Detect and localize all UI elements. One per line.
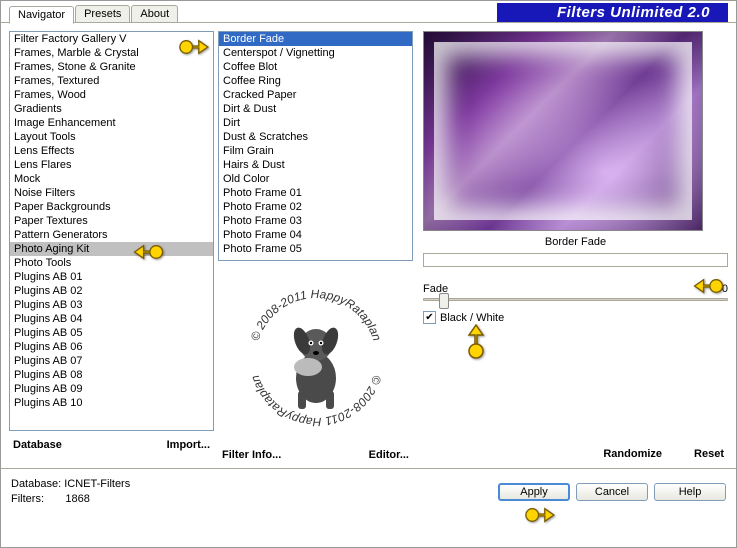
filter-item[interactable]: Dirt & Dust bbox=[219, 102, 412, 116]
fade-slider[interactable] bbox=[423, 298, 728, 301]
category-item[interactable]: Lens Flares bbox=[10, 158, 213, 172]
filter-item[interactable]: Dust & Scratches bbox=[219, 130, 412, 144]
category-item[interactable]: Mock bbox=[10, 172, 213, 186]
category-item[interactable]: Plugins AB 09 bbox=[10, 382, 213, 396]
preview-column: Border Fade Fade 50 ✔ Black / White Rand… bbox=[423, 31, 728, 468]
category-item[interactable]: Noise Filters bbox=[10, 186, 213, 200]
tab-navigator[interactable]: Navigator bbox=[9, 6, 74, 24]
filter-item[interactable]: Photo Frame 02 bbox=[219, 200, 412, 214]
randomize-action[interactable]: Randomize bbox=[599, 446, 666, 462]
category-item[interactable]: Lens Effects bbox=[10, 144, 213, 158]
app-title: Filters Unlimited 2.0 bbox=[497, 3, 728, 22]
filter-item[interactable]: Photo Frame 04 bbox=[219, 228, 412, 242]
fade-value: 50 bbox=[716, 283, 728, 295]
logo-artwork: © 2008-2011 HappyRataplan © 2008-2011 Ha… bbox=[218, 263, 413, 453]
preview-image bbox=[423, 31, 703, 231]
filter-item[interactable]: Centerspot / Vignetting bbox=[219, 46, 412, 60]
tab-presets[interactable]: Presets bbox=[75, 5, 130, 22]
category-item[interactable]: Paper Backgrounds bbox=[10, 200, 213, 214]
right-action-row: Randomize Reset bbox=[423, 440, 728, 468]
reset-action[interactable]: Reset bbox=[690, 446, 728, 462]
category-item[interactable]: Frames, Wood bbox=[10, 88, 213, 102]
filter-info-action[interactable]: Filter Info... bbox=[218, 447, 285, 463]
category-item[interactable]: Paper Textures bbox=[10, 214, 213, 228]
svg-text:© 2008-2011 HappyRataplan: © 2008-2011 HappyRataplan bbox=[247, 373, 384, 429]
category-item[interactable]: Layout Tools bbox=[10, 130, 213, 144]
footer-buttons: Apply Cancel Help bbox=[498, 483, 726, 501]
mid-action-row: Filter Info... Editor... bbox=[218, 441, 413, 469]
cancel-button[interactable]: Cancel bbox=[576, 483, 648, 501]
db-info: Database: ICNET-Filters Filters: 1868 bbox=[11, 477, 130, 508]
filter-item[interactable]: Photo Frame 03 bbox=[219, 214, 412, 228]
category-item[interactable]: Plugins AB 02 bbox=[10, 284, 213, 298]
editor-action[interactable]: Editor... bbox=[365, 447, 413, 463]
category-item[interactable]: Plugins AB 06 bbox=[10, 340, 213, 354]
filter-item[interactable]: Cracked Paper bbox=[219, 88, 412, 102]
database-action[interactable]: Database bbox=[9, 437, 66, 453]
category-item[interactable]: Plugins AB 10 bbox=[10, 396, 213, 410]
filter-item[interactable]: Film Grain bbox=[219, 144, 412, 158]
header-bar: Navigator Presets About Filters Unlimite… bbox=[1, 1, 736, 23]
bw-label: Black / White bbox=[440, 312, 504, 324]
category-item[interactable]: Frames, Marble & Crystal bbox=[10, 46, 213, 60]
svg-text:© 2008-2011 HappyRataplan: © 2008-2011 HappyRataplan bbox=[247, 287, 384, 343]
category-item[interactable]: Photo Tools bbox=[10, 256, 213, 270]
filters-count-label: Filters: bbox=[11, 493, 44, 505]
category-item[interactable]: Frames, Stone & Granite bbox=[10, 60, 213, 74]
filter-column: Border FadeCenterspot / VignettingCoffee… bbox=[218, 31, 413, 468]
apply-button[interactable]: Apply bbox=[498, 483, 570, 501]
category-column: Filter Factory Gallery VFrames, Marble &… bbox=[9, 31, 214, 468]
category-item[interactable]: Filter Factory Gallery V bbox=[10, 32, 213, 46]
db-value: ICNET-Filters bbox=[64, 478, 130, 490]
filter-item[interactable]: Coffee Blot bbox=[219, 60, 412, 74]
filter-item[interactable]: Photo Frame 05 bbox=[219, 242, 412, 256]
footer: Database: ICNET-Filters Filters: 1868 Ap… bbox=[1, 468, 736, 516]
fade-slider-thumb[interactable] bbox=[439, 293, 449, 309]
preview-label: Border Fade bbox=[423, 231, 728, 253]
filters-count-value: 1868 bbox=[65, 493, 89, 505]
db-label: Database: bbox=[11, 478, 61, 490]
category-item[interactable]: Photo Aging Kit bbox=[10, 242, 213, 256]
logo-ring-top: © 2008-2011 HappyRataplan bbox=[247, 287, 384, 343]
fade-slider-row: Fade 50 bbox=[423, 283, 728, 309]
filter-item[interactable]: Photo Frame 01 bbox=[219, 186, 412, 200]
help-button[interactable]: Help bbox=[654, 483, 726, 501]
filter-item[interactable]: Coffee Ring bbox=[219, 74, 412, 88]
import-action[interactable]: Import... bbox=[163, 437, 214, 453]
logo-ring-bottom: © 2008-2011 HappyRataplan bbox=[247, 373, 384, 429]
filter-item[interactable]: Hairs & Dust bbox=[219, 158, 412, 172]
category-item[interactable]: Image Enhancement bbox=[10, 116, 213, 130]
tab-about[interactable]: About bbox=[131, 5, 178, 22]
category-item[interactable]: Plugins AB 08 bbox=[10, 368, 213, 382]
filter-item[interactable]: Old Color bbox=[219, 172, 412, 186]
tab-strip: Navigator Presets About bbox=[9, 5, 179, 22]
bw-row: ✔ Black / White bbox=[423, 311, 728, 324]
filter-list[interactable]: Border FadeCenterspot / VignettingCoffee… bbox=[218, 31, 413, 261]
category-item[interactable]: Plugins AB 03 bbox=[10, 298, 213, 312]
progress-bar bbox=[423, 253, 728, 267]
category-item[interactable]: Plugins AB 07 bbox=[10, 354, 213, 368]
category-item[interactable]: Plugins AB 01 bbox=[10, 270, 213, 284]
category-item[interactable]: Plugins AB 05 bbox=[10, 326, 213, 340]
category-item[interactable]: Gradients bbox=[10, 102, 213, 116]
category-item[interactable]: Plugins AB 04 bbox=[10, 312, 213, 326]
category-item[interactable]: Frames, Textured bbox=[10, 74, 213, 88]
category-list[interactable]: Filter Factory Gallery VFrames, Marble &… bbox=[9, 31, 214, 431]
filter-item[interactable]: Dirt bbox=[219, 116, 412, 130]
left-action-row: Database Import... bbox=[9, 431, 214, 459]
bw-checkbox[interactable]: ✔ bbox=[423, 311, 436, 324]
main-area: Filter Factory Gallery VFrames, Marble &… bbox=[1, 23, 736, 468]
filter-item[interactable]: Border Fade bbox=[219, 32, 412, 46]
category-item[interactable]: Pattern Generators bbox=[10, 228, 213, 242]
